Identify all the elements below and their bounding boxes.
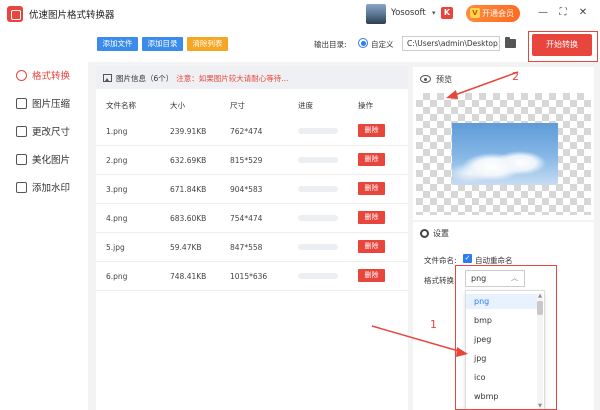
settings-title: 设置 <box>433 228 449 238</box>
file-size: 683.60KB <box>170 214 207 223</box>
column-header-progress: 进度 <box>298 101 313 110</box>
vip-button[interactable]: V 开通会员 <box>466 5 520 22</box>
sidebar-item-label: 图片压缩 <box>32 99 71 110</box>
custom-radio[interactable] <box>358 38 368 48</box>
preview-icon <box>420 75 431 83</box>
file-dims: 1015*636 <box>230 272 268 281</box>
file-dims: 847*558 <box>230 243 263 252</box>
add-file-button[interactable]: 添加文件 <box>97 37 138 51</box>
user-name[interactable]: Yososoft <box>391 8 426 18</box>
progress-bar <box>298 157 338 163</box>
auto-rename-checkbox[interactable]: ✓ <box>463 254 472 263</box>
column-header-action: 操作 <box>358 101 373 110</box>
file-dims: 762*474 <box>230 127 263 136</box>
file-size: 632.69KB <box>170 156 207 165</box>
delete-button[interactable]: 删除 <box>358 211 385 224</box>
chevron-down-icon[interactable]: ▾ <box>432 9 436 17</box>
file-list-panel: 图片信息（6个） 注意：如果图片较大请耐心等待... 文件名称 大小 尺寸 进度… <box>96 67 408 410</box>
custom-radio-label: 自定义 <box>371 40 394 49</box>
highlight-frame-format <box>455 265 557 410</box>
vip-icon: V <box>470 8 480 18</box>
convert-icon <box>16 69 27 81</box>
file-dims: 815*529 <box>230 156 263 165</box>
sidebar: 格式转换 图片压缩 更改尺寸 美化图片 添加水印 <box>0 28 88 410</box>
image-icon <box>103 74 112 82</box>
file-name: 4.png <box>106 214 128 223</box>
file-name: 3.png <box>106 185 128 194</box>
table-row: 4.png 683.60KB 754*474 删除 <box>96 204 408 233</box>
progress-bar <box>298 186 338 192</box>
file-naming-label: 文件命名: <box>424 256 457 265</box>
preview-panel: 预览 <box>413 67 594 220</box>
beautify-icon <box>16 153 27 165</box>
vip-label: 开通会员 <box>482 9 514 18</box>
table-row: 6.png 748.41KB 1015*636 删除 <box>96 262 408 291</box>
file-list-warning: 注意：如果图片较大请耐心等待... <box>176 73 289 83</box>
app-window: 优速图片格式转换器 Yososoft ▾ K V 开通会员 — ⛶ ✕ 格式转换… <box>0 0 600 410</box>
gear-icon <box>420 228 429 238</box>
app-logo-icon <box>7 6 23 22</box>
sidebar-item-label: 美化图片 <box>32 155 71 166</box>
app-title: 优速图片格式转换器 <box>29 10 115 21</box>
table-row: 2.png 632.69KB 815*529 删除 <box>96 146 408 175</box>
sidebar-item-compress[interactable]: 图片压缩 <box>16 94 88 112</box>
annotation-number-2: 2 <box>512 70 519 83</box>
sidebar-item-format-convert[interactable]: 格式转换 <box>16 66 88 84</box>
user-avatar[interactable] <box>366 4 386 24</box>
maximize-button[interactable]: ⛶ <box>556 6 570 20</box>
progress-bar <box>298 273 338 279</box>
user-badge-icon: K <box>441 7 453 19</box>
file-size: 671.84KB <box>170 185 207 194</box>
preview-title: 预览 <box>436 74 452 84</box>
sidebar-item-watermark[interactable]: 添加水印 <box>16 178 88 196</box>
file-name: 5.jpg <box>106 243 125 252</box>
settings-header: 设置 <box>413 222 594 244</box>
sidebar-item-label: 更改尺寸 <box>32 127 71 138</box>
table-row: 5.jpg 59.47KB 847*558 删除 <box>96 233 408 262</box>
delete-button[interactable]: 删除 <box>358 124 385 137</box>
output-path-input[interactable]: C:\Users\admin\Desktop <box>402 36 500 51</box>
resize-icon <box>16 125 27 137</box>
column-header-dims: 尺寸 <box>230 101 245 110</box>
sidebar-item-resize[interactable]: 更改尺寸 <box>16 122 88 140</box>
delete-button[interactable]: 删除 <box>358 240 385 253</box>
file-dims: 754*474 <box>230 214 263 223</box>
file-name: 1.png <box>106 127 128 136</box>
preview-image <box>452 123 558 185</box>
file-size: 748.41KB <box>170 272 207 281</box>
toolbar: 添加文件 添加目录 清除列表 输出目录: 自定义 C:\Users\admin\… <box>88 28 600 62</box>
compress-icon <box>16 97 27 109</box>
file-size: 59.47KB <box>170 243 202 252</box>
file-name: 6.png <box>106 272 128 281</box>
file-name: 2.png <box>106 156 128 165</box>
sidebar-item-label: 添加水印 <box>32 183 71 194</box>
start-convert-button[interactable]: 开始转换 <box>532 34 592 56</box>
table-row: 3.png 671.84KB 904*583 删除 <box>96 175 408 204</box>
preview-header: 预览 <box>413 67 594 91</box>
progress-bar <box>298 244 338 250</box>
file-size: 239.91KB <box>170 127 207 136</box>
watermark-icon <box>16 181 27 193</box>
file-count-info: 图片信息（6个） <box>116 73 174 83</box>
annotation-number-1: 1 <box>430 318 437 331</box>
sidebar-item-beautify[interactable]: 美化图片 <box>16 150 88 168</box>
file-dims: 904*583 <box>230 185 263 194</box>
clear-list-button[interactable]: 清除列表 <box>187 37 228 51</box>
add-folder-button[interactable]: 添加目录 <box>142 37 183 51</box>
progress-bar <box>298 128 338 134</box>
column-header-size: 大小 <box>170 101 185 110</box>
sidebar-item-label: 格式转换 <box>32 71 71 82</box>
delete-button[interactable]: 删除 <box>358 269 385 282</box>
file-list-header: 图片信息（6个） 注意：如果图片较大请耐心等待... <box>96 67 408 89</box>
delete-button[interactable]: 删除 <box>358 153 385 166</box>
format-convert-label: 格式转换: <box>424 276 457 285</box>
column-header-name: 文件名称 <box>106 101 136 110</box>
folder-icon[interactable] <box>505 37 516 48</box>
progress-bar <box>298 215 338 221</box>
minimize-button[interactable]: — <box>536 6 550 20</box>
output-dir-label: 输出目录: <box>314 40 347 49</box>
delete-button[interactable]: 删除 <box>358 182 385 195</box>
close-button[interactable]: ✕ <box>576 6 590 20</box>
table-row: 1.png 239.91KB 762*474 删除 <box>96 117 408 146</box>
